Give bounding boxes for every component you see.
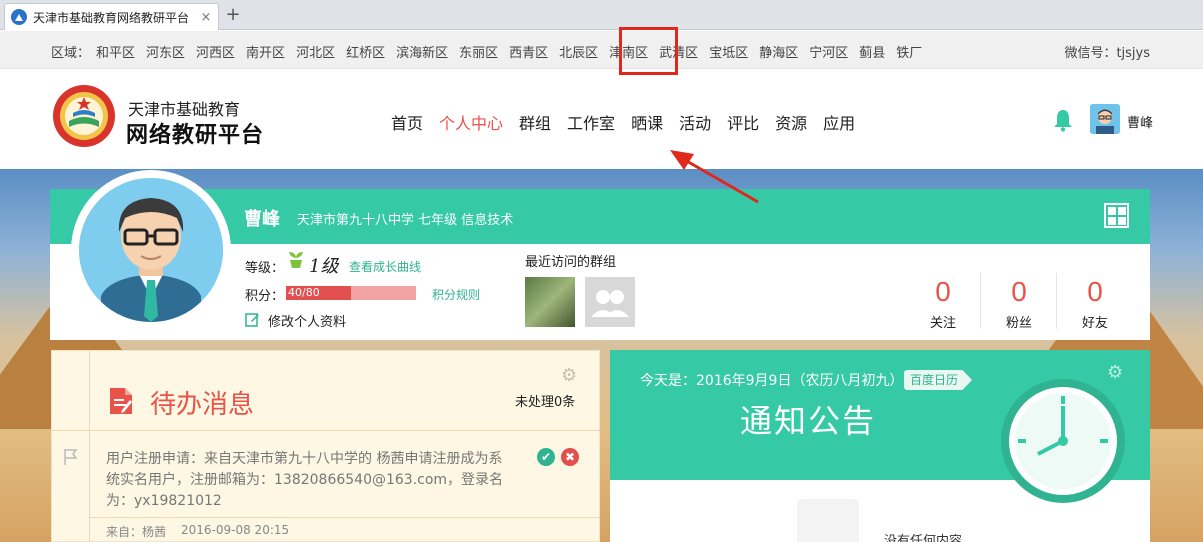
nav-apps[interactable]: 应用 (823, 110, 855, 134)
site-header: 天津市基础教育 网络教研平台 首页 个人中心 群组 工作室 晒课 活动 评比 资… (0, 70, 1203, 169)
district-link[interactable]: 滨海新区 (396, 42, 448, 61)
group-placeholder-icon (591, 290, 629, 317)
today-date: 今天是：2016年9月9日（农历八月初九） (640, 373, 904, 389)
nav-share-lesson[interactable]: 晒课 (631, 110, 663, 134)
header-user-avatar[interactable] (1090, 104, 1120, 134)
recent-groups-label: 最近访问的群组 (525, 255, 617, 270)
friends-count: 0 (1087, 276, 1103, 307)
district-list: 和平区 河东区 河西区 南开区 河北区 红桥区 滨海新区 东丽区 西青区 北辰区… (96, 42, 922, 61)
growth-curve-link[interactable]: 查看成长曲线 (349, 258, 421, 275)
district-link[interactable]: 河西区 (196, 42, 235, 61)
notification-bell-icon[interactable] (1053, 108, 1073, 132)
grid-view-icon[interactable] (1104, 203, 1129, 228)
main-nav: 首页 个人中心 群组 工作室 晒课 活动 评比 资源 应用 (391, 110, 871, 134)
todo-unprocessed-count: 未处理0条 (515, 395, 576, 410)
todo-divider (51, 430, 600, 431)
message-divider (90, 517, 600, 518)
district-link[interactable]: 南开区 (246, 42, 285, 61)
district-link[interactable]: 和平区 (96, 42, 135, 61)
district-link[interactable]: 蓟县 (859, 42, 885, 61)
baidu-calendar-tag[interactable]: 百度日历 (904, 370, 973, 390)
district-bar: 区域： 和平区 河东区 河西区 南开区 河北区 红桥区 滨海新区 东丽区 西青区… (0, 31, 1203, 69)
fans-stat[interactable]: 0 粉丝 (989, 275, 1049, 331)
nav-resources[interactable]: 资源 (775, 110, 807, 134)
district-link[interactable]: 河北区 (296, 42, 335, 61)
nav-studio[interactable]: 工作室 (567, 110, 615, 134)
header-user-name[interactable]: 曹峰 (1127, 112, 1153, 131)
tab-title: 天津市基础教育网络教研平台 (33, 10, 190, 25)
site-favicon-icon (11, 9, 27, 25)
approve-check-icon[interactable]: ✔ (537, 448, 555, 466)
browser-tab[interactable]: 天津市基础教育网络教研平台 × (4, 3, 219, 30)
browser-tab-bar: 天津市基础教育网络教研平台 × + (0, 0, 1203, 30)
level-value: 1级 (309, 256, 339, 277)
todo-title: 待办消息 (150, 390, 255, 420)
teacher-avatar-icon (79, 178, 223, 322)
points-label: 积分： (245, 289, 285, 304)
todo-settings-gear-icon[interactable]: ⚙ (561, 365, 577, 386)
district-label: 区域： (51, 46, 91, 61)
wechat-id: 微信号：tjsjys (1064, 46, 1150, 61)
todo-message-text: 用户注册申请：来自天津市第九十八中学的 杨茜申请注册成为系统实名用户，注册邮箱为… (106, 451, 504, 509)
district-link[interactable]: 北辰区 (559, 42, 598, 61)
district-link[interactable]: 铁厂 (896, 42, 922, 61)
friends-label: 好友 (1081, 316, 1108, 331)
notice-title: 通知公告 (740, 402, 877, 440)
empty-content-icon (797, 499, 859, 542)
edit-profile-icon (245, 313, 259, 327)
stat-divider (980, 273, 981, 329)
district-link[interactable]: 宝坻区 (709, 42, 748, 61)
recent-group-thumbnail[interactable] (525, 277, 575, 327)
stat-divider (1056, 273, 1057, 329)
nav-competition[interactable]: 评比 (727, 110, 759, 134)
todo-margin-line (89, 350, 90, 542)
share-lesson-highlight-box (619, 27, 678, 75)
profile-avatar[interactable] (79, 178, 223, 322)
todo-panel (51, 350, 600, 542)
annotation-arrow-icon (670, 150, 759, 204)
follow-stat[interactable]: 0 关注 (913, 275, 973, 331)
tab-close-icon[interactable]: × (198, 10, 214, 25)
district-link[interactable]: 红桥区 (346, 42, 385, 61)
nav-personal-center[interactable]: 个人中心 (439, 110, 503, 134)
district-link[interactable]: 宁河区 (809, 42, 848, 61)
level-sprout-icon (289, 252, 303, 268)
new-tab-button[interactable]: + (222, 5, 244, 27)
fans-label: 粉丝 (1005, 316, 1032, 331)
todo-document-icon (110, 388, 132, 414)
points-progress-text: 40/80 (288, 286, 320, 299)
nav-home[interactable]: 首页 (391, 110, 423, 134)
empty-content-text: 没有任何内容 (884, 534, 963, 542)
profile-school-info: 天津市第九十八中学 七年级 信息技术 (297, 213, 514, 228)
recent-group-thumbnail[interactable] (585, 277, 635, 327)
platform-logo-icon[interactable] (51, 83, 117, 149)
friends-stat[interactable]: 0 好友 (1065, 275, 1125, 331)
district-link[interactable]: 河东区 (146, 42, 185, 61)
user-avatar-icon (1090, 104, 1120, 134)
points-progress-bar: 40/80 (286, 286, 416, 300)
district-link[interactable]: 东丽区 (459, 42, 498, 61)
points-rule-link[interactable]: 积分规则 (432, 286, 480, 303)
level-label: 等级： (245, 261, 285, 276)
nav-activities[interactable]: 活动 (679, 110, 711, 134)
profile-name: 曹峰 (244, 209, 280, 230)
follow-label: 关注 (929, 316, 956, 331)
district-link[interactable]: 西青区 (509, 42, 548, 61)
clock-icon (1001, 379, 1125, 503)
fans-count: 0 (1011, 276, 1027, 307)
flag-icon[interactable] (63, 448, 78, 466)
district-link[interactable]: 静海区 (759, 42, 798, 61)
message-timestamp: 2016-09-08 20:15 (181, 523, 290, 537)
message-sender: 来自：杨茜 (106, 525, 167, 539)
follow-count: 0 (935, 276, 951, 307)
reject-x-icon[interactable]: ✖ (561, 448, 579, 466)
edit-profile-link[interactable]: 修改个人资料 (268, 311, 346, 330)
nav-groups[interactable]: 群组 (519, 110, 551, 134)
logo-title: 网络教研平台 (126, 123, 265, 148)
